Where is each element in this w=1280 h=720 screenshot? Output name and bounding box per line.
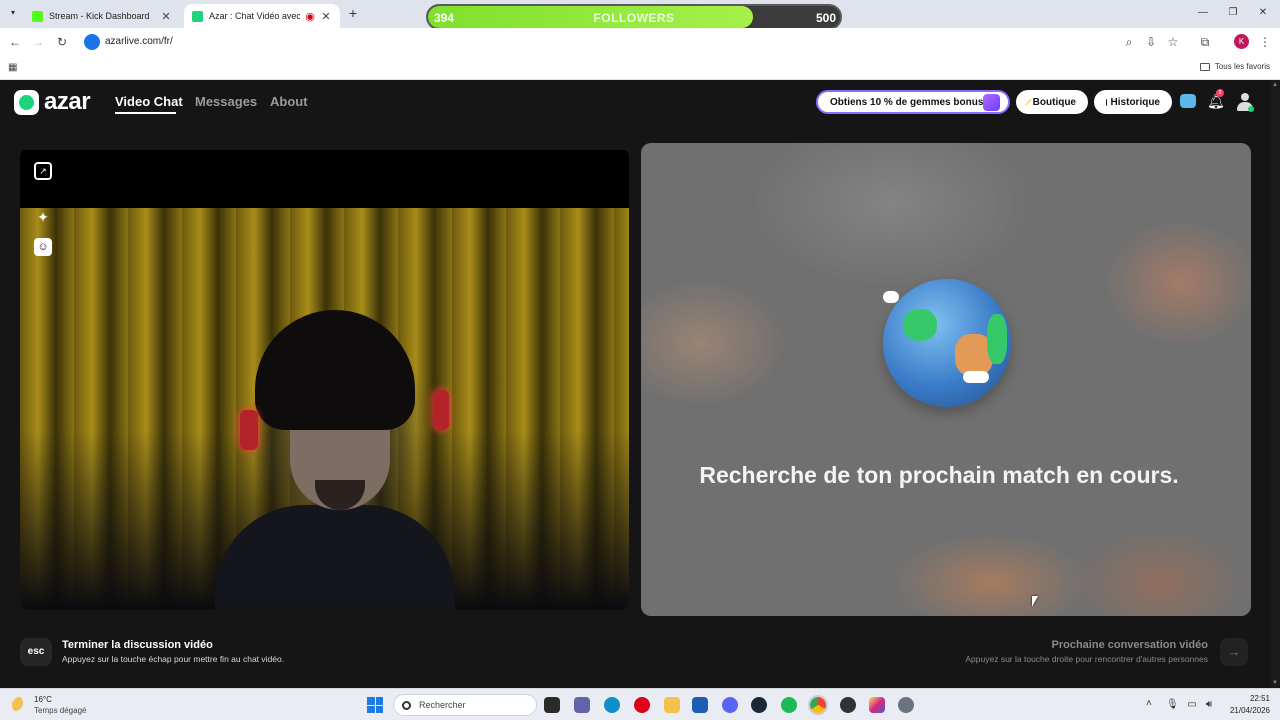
shop-label: Boutique xyxy=(1032,96,1076,108)
site-info-icon[interactable] xyxy=(84,34,100,50)
settings-gear-icon[interactable] xyxy=(898,697,914,713)
online-status-dot xyxy=(1248,106,1254,112)
teams-icon[interactable] xyxy=(574,697,590,713)
forward-icon[interactable]: → xyxy=(31,35,45,49)
task-view-icon[interactable] xyxy=(544,697,560,713)
end-chat-hint: Appuyez sur la touche échap pour mettre … xyxy=(62,654,285,664)
gem-bonus-promo-button[interactable]: Obtiens 10 % de gemmes bonus ! xyxy=(816,90,1010,114)
profile-avatar[interactable]: K xyxy=(1234,34,1249,49)
volume-icon[interactable]: 🔊︎ xyxy=(1203,699,1215,711)
effects-wand-icon[interactable]: ✦ xyxy=(34,208,52,226)
followers-goal-widget: 394 FOLLOWERS 500 xyxy=(426,4,842,30)
kick-favicon-icon xyxy=(32,10,43,22)
discord-icon[interactable] xyxy=(722,697,738,713)
next-chat-arrow-button[interactable]: → xyxy=(1220,638,1248,666)
opera-icon[interactable] xyxy=(634,697,650,713)
history-icon xyxy=(1106,98,1107,106)
azar-app: azar Video Chat Messages About Obtiens 1… xyxy=(0,80,1270,688)
expand-icon[interactable]: ↗ xyxy=(34,162,52,180)
bookmark-star-icon[interactable]: ☆ xyxy=(1166,35,1180,49)
spotify-icon[interactable] xyxy=(781,697,797,713)
face-filter-icon[interactable]: ☺ xyxy=(34,238,52,256)
self-camera-view: ↗ ✦ ☺ xyxy=(20,150,629,610)
gems-balance-icon[interactable] xyxy=(1180,94,1196,108)
chrome-icon[interactable] xyxy=(808,695,828,715)
gem-icon xyxy=(1025,98,1032,106)
network-icon[interactable]: ▭ xyxy=(1186,699,1198,711)
bookmarks-bar: ▦ Tous les favoris xyxy=(0,56,1280,80)
mouse-cursor-icon xyxy=(1032,596,1038,607)
close-tab-icon[interactable]: ✕ xyxy=(160,10,172,23)
weather-condition[interactable]: Temps dégagé xyxy=(34,706,86,715)
weather-temperature[interactable]: 16°C xyxy=(34,695,52,704)
store-icon[interactable] xyxy=(692,697,708,713)
taskbar-search-box[interactable]: Rechercher xyxy=(393,694,537,716)
nav-messages[interactable]: Messages xyxy=(195,94,257,109)
instagram-icon[interactable] xyxy=(869,697,885,713)
file-explorer-icon[interactable] xyxy=(664,697,680,713)
notification-badge: 3 xyxy=(1216,89,1224,97)
clock-time[interactable]: 22:51 xyxy=(1230,694,1270,703)
headphone-right xyxy=(433,390,449,430)
address-bar-row: ← → ↻ azarlive.com/fr/ ⌕ ⇩ ☆ ⧉ K ⋮ xyxy=(0,28,1280,56)
search-icon xyxy=(402,700,411,710)
nav-about[interactable]: About xyxy=(270,94,308,109)
end-chat-title: Terminer la discussion vidéo xyxy=(62,639,213,651)
match-status-text: Recherche de ton prochain match en cours… xyxy=(699,462,1179,488)
browser-tab-bar: ▾ Stream - Kick Dashboard ✕ Azar : Chat … xyxy=(0,0,1280,30)
match-search-panel: Recherche de ton prochain match en cours… xyxy=(641,143,1251,616)
tab-title: Stream - Kick Dashboard xyxy=(49,11,150,21)
active-nav-underline xyxy=(115,112,176,114)
next-chat-hint: Appuyez sur la touche droite pour rencon… xyxy=(965,654,1208,664)
next-chat-title: Prochaine conversation vidéo xyxy=(1051,639,1209,651)
close-tab-icon[interactable]: ✕ xyxy=(320,10,332,23)
followers-label: FOLLOWERS xyxy=(593,11,675,25)
azar-favicon-icon xyxy=(192,10,203,22)
install-app-icon[interactable]: ⇩ xyxy=(1144,35,1158,49)
extensions-icon[interactable]: ⧉ xyxy=(1198,35,1212,49)
windows-start-icon[interactable] xyxy=(367,697,383,713)
azar-logo-text[interactable]: azar xyxy=(44,88,91,116)
tab-title: Azar : Chat Vidéo avec de n xyxy=(209,11,300,21)
clock-date[interactable]: 21/04/2026 xyxy=(1222,706,1270,715)
gift-icon xyxy=(983,94,1000,111)
followers-goal: 500 xyxy=(815,11,836,25)
microphone-icon[interactable]: 🎙︎ xyxy=(1166,699,1179,711)
end-chat-esc-button[interactable]: esc xyxy=(20,638,52,666)
reload-icon[interactable]: ↻ xyxy=(55,35,69,49)
shop-button[interactable]: Boutique xyxy=(1016,90,1088,114)
globe-icon xyxy=(883,279,1011,407)
steam-icon[interactable] xyxy=(751,697,767,713)
browser-menu-icon[interactable]: ⋮ xyxy=(1258,35,1272,49)
close-window-icon[interactable]: ✕ xyxy=(1256,6,1270,20)
back-icon[interactable]: ← xyxy=(8,35,22,49)
page-scrollbar[interactable]: ▲ ▼ xyxy=(1270,80,1280,688)
nav-video-chat[interactable]: Video Chat xyxy=(115,94,183,109)
all-bookmarks-button[interactable]: Tous les favoris xyxy=(1199,62,1270,71)
tab-search-icon[interactable]: ▾ xyxy=(6,6,20,20)
folder-icon xyxy=(1199,62,1210,71)
taskbar-search-placeholder: Rechercher xyxy=(419,700,466,710)
streamer-video-feed xyxy=(215,310,455,610)
weather-moon-icon[interactable] xyxy=(12,697,28,713)
headphone-left xyxy=(240,410,258,450)
edge-icon[interactable] xyxy=(604,697,620,713)
obs-icon[interactable] xyxy=(840,697,856,713)
zoom-icon[interactable]: ⌕ xyxy=(1122,35,1136,49)
apps-grid-icon[interactable]: ▦ xyxy=(8,62,19,73)
history-label: Historique xyxy=(1110,96,1160,108)
show-hidden-icons-icon[interactable]: ˄ xyxy=(1146,698,1152,709)
history-button[interactable]: Historique xyxy=(1094,90,1172,114)
url-field[interactable]: azarlive.com/fr/ xyxy=(105,36,173,47)
new-tab-icon[interactable]: + xyxy=(346,6,360,20)
minimize-icon[interactable]: — xyxy=(1196,6,1210,20)
tab-kick-dashboard[interactable]: Stream - Kick Dashboard ✕ xyxy=(24,4,180,28)
restore-icon[interactable]: ❐ xyxy=(1226,6,1240,20)
promo-label: Obtiens 10 % de gemmes bonus ! xyxy=(830,96,990,108)
all-bookmarks-label: Tous les favoris xyxy=(1214,62,1270,71)
tab-azar[interactable]: Azar : Chat Vidéo avec de n ◉ ✕ xyxy=(184,4,340,28)
windows-taskbar: 16°C Temps dégagé Rechercher ˄ 🎙︎ ▭ 🔊︎ 2… xyxy=(0,688,1280,720)
recording-icon: ◉ xyxy=(305,10,315,23)
azar-logo-icon[interactable] xyxy=(14,90,39,115)
